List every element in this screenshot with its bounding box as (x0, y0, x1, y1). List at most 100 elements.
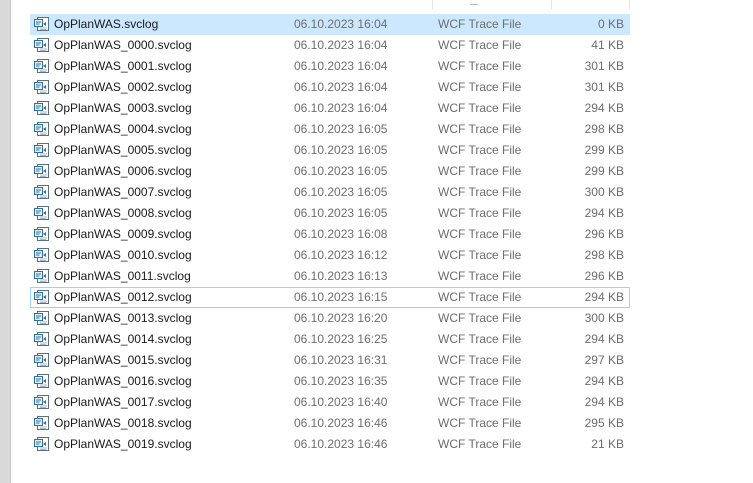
file-row[interactable]: OpPlanWAS_0000.svclog 06.10.2023 16:04 W… (30, 35, 630, 56)
header-separator[interactable] (432, 0, 433, 9)
file-row[interactable]: OpPlanWAS_0006.svclog 06.10.2023 16:05 W… (30, 161, 630, 182)
file-row[interactable]: OpPlanWAS_0010.svclog 06.10.2023 16:12 W… (30, 245, 630, 266)
file-row[interactable]: OpPlanWAS_0007.svclog 06.10.2023 16:05 W… (30, 182, 630, 203)
header-separator[interactable] (629, 0, 630, 9)
file-row[interactable]: OpPlanWAS_0014.svclog 06.10.2023 16:25 W… (30, 329, 630, 350)
file-date-modified: 06.10.2023 16:05 (294, 164, 388, 178)
svclog-file-icon (34, 79, 50, 95)
file-date-modified: 06.10.2023 16:04 (294, 17, 388, 31)
svclog-file-icon (34, 247, 50, 263)
svclog-file-icon (34, 58, 50, 74)
file-type: WCF Trace File (438, 311, 522, 325)
file-row[interactable]: OpPlanWAS_0008.svclog 06.10.2023 16:05 W… (30, 203, 630, 224)
file-date-modified: 06.10.2023 16:31 (294, 353, 388, 367)
svclog-file-icon (34, 331, 50, 347)
svclog-file-icon (34, 37, 50, 53)
file-size: 0 KB (597, 17, 624, 31)
file-name: OpPlanWAS_0006.svclog (54, 164, 192, 178)
file-row[interactable]: OpPlanWAS_0005.svclog 06.10.2023 16:05 W… (30, 140, 630, 161)
file-size: 299 KB (584, 164, 624, 178)
file-name: OpPlanWAS_0014.svclog (54, 332, 192, 346)
file-size: 295 KB (584, 416, 624, 430)
file-date-modified: 06.10.2023 16:05 (294, 122, 388, 136)
file-name: OpPlanWAS_0012.svclog (54, 290, 192, 304)
file-type: WCF Trace File (438, 164, 522, 178)
file-size: 294 KB (584, 290, 624, 304)
file-date-modified: 06.10.2023 16:04 (294, 80, 388, 94)
file-type: WCF Trace File (438, 80, 522, 94)
svclog-file-icon (34, 121, 50, 137)
file-type: WCF Trace File (438, 227, 522, 241)
file-date-modified: 06.10.2023 16:05 (294, 206, 388, 220)
file-row[interactable]: OpPlanWAS_0001.svclog 06.10.2023 16:04 W… (30, 56, 630, 77)
file-name: OpPlanWAS_0007.svclog (54, 185, 192, 199)
file-size: 301 KB (584, 80, 624, 94)
file-size: 300 KB (584, 185, 624, 199)
file-type: WCF Trace File (438, 38, 522, 52)
file-type: WCF Trace File (438, 122, 522, 136)
file-date-modified: 06.10.2023 16:13 (294, 269, 388, 283)
pane-divider[interactable] (10, 0, 11, 483)
file-list: OpPlanWAS.svclog 06.10.2023 16:04 WCF Tr… (30, 14, 630, 455)
svclog-file-icon (34, 184, 50, 200)
svclog-file-icon (34, 352, 50, 368)
file-size: 294 KB (584, 101, 624, 115)
header-label-fragment (470, 0, 478, 5)
file-name: OpPlanWAS.svclog (54, 17, 159, 31)
svclog-file-icon (34, 205, 50, 221)
svclog-file-icon (34, 310, 50, 326)
file-row[interactable]: OpPlanWAS_0013.svclog 06.10.2023 16:20 W… (30, 308, 630, 329)
file-size: 301 KB (584, 59, 624, 73)
file-size: 21 KB (591, 437, 624, 451)
file-size: 294 KB (584, 332, 624, 346)
file-type: WCF Trace File (438, 248, 522, 262)
file-type: WCF Trace File (438, 101, 522, 115)
file-type: WCF Trace File (438, 269, 522, 283)
file-date-modified: 06.10.2023 16:05 (294, 185, 388, 199)
file-date-modified: 06.10.2023 16:08 (294, 227, 388, 241)
file-row[interactable]: OpPlanWAS_0011.svclog 06.10.2023 16:13 W… (30, 266, 630, 287)
file-row[interactable]: OpPlanWAS.svclog 06.10.2023 16:04 WCF Tr… (30, 14, 630, 35)
file-size: 300 KB (584, 311, 624, 325)
svclog-file-icon (34, 226, 50, 242)
file-explorer-view: OpPlanWAS.svclog 06.10.2023 16:04 WCF Tr… (0, 0, 753, 483)
file-type: WCF Trace File (438, 143, 522, 157)
file-type: WCF Trace File (438, 395, 522, 409)
file-row[interactable]: OpPlanWAS_0009.svclog 06.10.2023 16:08 W… (30, 224, 630, 245)
file-row[interactable]: OpPlanWAS_0012.svclog 06.10.2023 16:15 W… (30, 287, 630, 308)
svclog-file-icon (34, 373, 50, 389)
file-name: OpPlanWAS_0002.svclog (54, 80, 192, 94)
svclog-file-icon (34, 289, 50, 305)
file-type: WCF Trace File (438, 416, 522, 430)
file-row[interactable]: OpPlanWAS_0015.svclog 06.10.2023 16:31 W… (30, 350, 630, 371)
file-date-modified: 06.10.2023 16:05 (294, 143, 388, 157)
file-name: OpPlanWAS_0004.svclog (54, 122, 192, 136)
file-name: OpPlanWAS_0005.svclog (54, 143, 192, 157)
svclog-file-icon (34, 268, 50, 284)
file-type: WCF Trace File (438, 290, 522, 304)
file-row[interactable]: OpPlanWAS_0003.svclog 06.10.2023 16:04 W… (30, 98, 630, 119)
file-row[interactable]: OpPlanWAS_0019.svclog 06.10.2023 16:46 W… (30, 434, 630, 455)
file-name: OpPlanWAS_0009.svclog (54, 227, 192, 241)
file-size: 297 KB (584, 353, 624, 367)
file-size: 298 KB (584, 122, 624, 136)
file-type: WCF Trace File (438, 59, 522, 73)
file-row[interactable]: OpPlanWAS_0002.svclog 06.10.2023 16:04 W… (30, 77, 630, 98)
file-name: OpPlanWAS_0017.svclog (54, 395, 192, 409)
file-type: WCF Trace File (438, 185, 522, 199)
file-size: 294 KB (584, 395, 624, 409)
file-name: OpPlanWAS_0010.svclog (54, 248, 192, 262)
file-row[interactable]: OpPlanWAS_0004.svclog 06.10.2023 16:05 W… (30, 119, 630, 140)
svclog-file-icon (34, 163, 50, 179)
file-row[interactable]: OpPlanWAS_0018.svclog 06.10.2023 16:46 W… (30, 413, 630, 434)
file-type: WCF Trace File (438, 374, 522, 388)
file-date-modified: 06.10.2023 16:04 (294, 59, 388, 73)
file-row[interactable]: OpPlanWAS_0017.svclog 06.10.2023 16:40 W… (30, 392, 630, 413)
header-separator[interactable] (551, 0, 552, 9)
file-size: 294 KB (584, 374, 624, 388)
file-name: OpPlanWAS_0016.svclog (54, 374, 192, 388)
svclog-file-icon (34, 142, 50, 158)
file-row[interactable]: OpPlanWAS_0016.svclog 06.10.2023 16:35 W… (30, 371, 630, 392)
svclog-file-icon (34, 394, 50, 410)
file-type: WCF Trace File (438, 332, 522, 346)
